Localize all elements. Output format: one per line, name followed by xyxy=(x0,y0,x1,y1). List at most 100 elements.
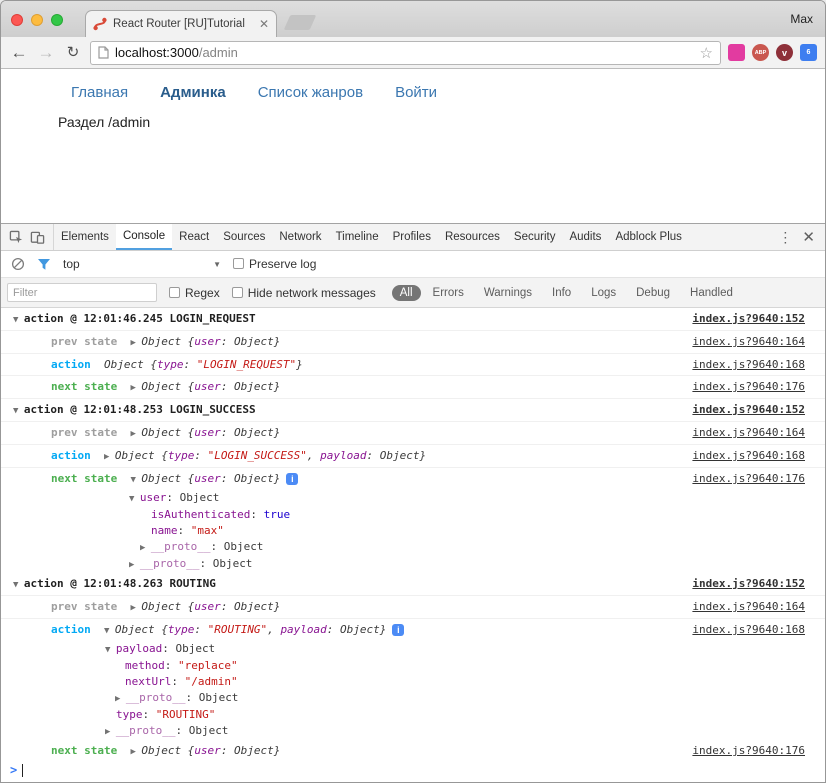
disclosure-arrow-icon[interactable]: ▼ xyxy=(104,626,115,636)
bookmark-star-icon[interactable]: ☆ xyxy=(700,44,713,62)
console-message[interactable]: action ▶ Object {type: "LOGIN_SUCCESS", … xyxy=(1,445,825,468)
disclosure-arrow-icon[interactable]: ▶ xyxy=(130,603,141,613)
console-level-button-warnings[interactable]: Warnings xyxy=(476,285,540,301)
console-tree-row[interactable]: isAuthenticated: true xyxy=(1,507,825,523)
console-tree-row[interactable]: ▶ __proto__: Object xyxy=(1,556,825,573)
console-tree-row[interactable]: ▼ payload: Object xyxy=(1,641,825,658)
source-link[interactable]: index.js?9640:152 xyxy=(692,576,805,592)
devtools-tab-audits[interactable]: Audits xyxy=(562,224,608,250)
console-level-button-logs[interactable]: Logs xyxy=(583,285,624,301)
disclosure-arrow-icon[interactable]: ▶ xyxy=(104,452,115,462)
console-message[interactable]: ▼ action @ 12:01:48.263 ROUTING index.js?… xyxy=(1,573,825,596)
new-tab-button[interactable] xyxy=(283,15,317,30)
filter-input[interactable] xyxy=(7,283,157,302)
console-level-button-handled[interactable]: Handled xyxy=(682,285,741,301)
console-level-button-info[interactable]: Info xyxy=(544,285,579,301)
devtools-tab-console[interactable]: Console xyxy=(115,224,173,250)
nav-link[interactable]: Главная xyxy=(71,84,128,101)
disclosure-arrow-icon[interactable]: ▼ xyxy=(13,406,24,416)
console-level-button-all[interactable]: All xyxy=(391,284,421,301)
inspect-element-icon[interactable] xyxy=(9,230,24,245)
devtools-tab-profiles[interactable]: Profiles xyxy=(386,224,438,250)
hide-network-checkbox[interactable] xyxy=(231,286,243,298)
console-tree-row[interactable]: ▶ __proto__: Object xyxy=(1,539,825,556)
regex-checkbox[interactable] xyxy=(169,286,180,298)
console-message[interactable]: next state ▼ Object {user: Object} i index… xyxy=(1,468,825,490)
devtools-close-icon[interactable]: ✕ xyxy=(802,228,815,246)
source-link[interactable]: index.js?9640:176 xyxy=(692,379,805,395)
source-link[interactable]: index.js?9640:176 xyxy=(692,743,805,758)
source-link[interactable]: index.js?9640:164 xyxy=(692,334,805,350)
devtools-tab-network[interactable]: Network xyxy=(272,224,328,250)
context-selector[interactable]: top ▼ xyxy=(63,257,221,271)
disclosure-arrow-icon[interactable]: ▶ xyxy=(105,727,116,737)
console-message[interactable]: next state ▶ Object {user: Object} index.… xyxy=(1,740,825,758)
zoom-window-button[interactable] xyxy=(51,14,63,26)
devtools-tab-security[interactable]: Security xyxy=(507,224,563,250)
nav-link[interactable]: Админка xyxy=(160,84,226,101)
disclosure-arrow-icon[interactable]: ▼ xyxy=(105,645,116,655)
devtools-tab-elements[interactable]: Elements xyxy=(54,224,116,250)
disclosure-arrow-icon[interactable]: ▶ xyxy=(140,543,151,553)
tab-close-icon[interactable]: ✕ xyxy=(259,17,269,31)
disclosure-arrow-icon[interactable]: ▶ xyxy=(115,694,126,704)
devtools-tab-sources[interactable]: Sources xyxy=(216,224,272,250)
source-link[interactable]: index.js?9640:176 xyxy=(692,471,805,487)
devtools-tab-resources[interactable]: Resources xyxy=(438,224,507,250)
adblock-plus-icon[interactable]: ABP xyxy=(752,44,769,61)
disclosure-arrow-icon[interactable]: ▼ xyxy=(130,475,141,485)
close-window-button[interactable] xyxy=(11,14,23,26)
url-bar[interactable]: localhost:3000/admin ☆ xyxy=(90,40,721,65)
clear-console-button[interactable] xyxy=(11,257,25,271)
minimize-window-button[interactable] xyxy=(31,14,43,26)
filter-funnel-icon[interactable] xyxy=(37,258,51,271)
back-button[interactable]: ← xyxy=(9,44,29,61)
devtools-tab-timeline[interactable]: Timeline xyxy=(329,224,386,250)
extension-icon-blue[interactable]: 6 xyxy=(800,44,817,61)
source-link[interactable]: index.js?9640:164 xyxy=(692,425,805,441)
disclosure-arrow-icon[interactable]: ▶ xyxy=(129,560,140,570)
source-link[interactable]: index.js?9640:152 xyxy=(692,311,805,327)
extension-icon-pink[interactable] xyxy=(728,44,745,61)
source-link[interactable]: index.js?9640:168 xyxy=(692,448,805,464)
forward-button[interactable]: → xyxy=(36,44,56,61)
devtools-tab-adblock-plus[interactable]: Adblock Plus xyxy=(608,224,688,250)
console-tree-row[interactable]: method: "replace" xyxy=(1,658,825,674)
console-message[interactable]: prev state ▶ Object {user: Object} index.… xyxy=(1,422,825,445)
console-message[interactable]: ▼ action @ 12:01:48.253 LOGIN_SUCCESS ind… xyxy=(1,399,825,422)
source-link[interactable]: index.js?9640:164 xyxy=(692,599,805,615)
disclosure-arrow-icon[interactable]: ▶ xyxy=(130,338,141,348)
nav-link[interactable]: Войти xyxy=(395,84,437,101)
source-link[interactable]: index.js?9640:168 xyxy=(692,622,805,638)
console-tree-row[interactable]: nextUrl: "/admin" xyxy=(1,674,825,690)
disclosure-arrow-icon[interactable]: ▶ xyxy=(130,747,141,757)
console-tree-row[interactable]: ▶ __proto__: Object xyxy=(1,690,825,707)
disclosure-arrow-icon[interactable]: ▼ xyxy=(13,580,24,590)
console-message[interactable]: action ▼ Object {type: "ROUTING", payloa… xyxy=(1,619,825,641)
nav-link[interactable]: Список жанров xyxy=(258,84,363,101)
console-message[interactable]: action Object {type: "LOGIN_REQUEST"} ind… xyxy=(1,354,825,376)
preserve-log-checkbox[interactable] xyxy=(233,258,244,269)
console-message[interactable]: ▼ action @ 12:01:46.245 LOGIN_REQUEST ind… xyxy=(1,308,825,331)
pocket-icon[interactable]: v xyxy=(776,44,793,61)
console-tree-row[interactable]: name: "max" xyxy=(1,523,825,539)
console-message[interactable]: next state ▶ Object {user: Object} index.… xyxy=(1,376,825,399)
devtools-tab-react[interactable]: React xyxy=(172,224,216,250)
source-link[interactable]: index.js?9640:168 xyxy=(692,357,805,373)
devtools-menu-icon[interactable]: ⋮ xyxy=(778,229,792,246)
console-tree-row[interactable]: type: "ROUTING" xyxy=(1,707,825,723)
console-tree-row[interactable]: ▶ __proto__: Object xyxy=(1,723,825,740)
device-toolbar-icon[interactable] xyxy=(30,230,45,245)
console-level-button-debug[interactable]: Debug xyxy=(628,285,678,301)
disclosure-arrow-icon[interactable]: ▶ xyxy=(130,429,141,439)
console-level-button-errors[interactable]: Errors xyxy=(425,285,472,301)
disclosure-arrow-icon[interactable]: ▼ xyxy=(13,315,24,325)
state-info-icon[interactable]: i xyxy=(286,473,299,485)
console-message[interactable]: prev state ▶ Object {user: Object} index.… xyxy=(1,331,825,354)
disclosure-arrow-icon[interactable]: ▶ xyxy=(130,383,141,393)
console-message[interactable]: prev state ▶ Object {user: Object} index.… xyxy=(1,596,825,619)
state-info-icon[interactable]: i xyxy=(392,624,405,636)
console-tree-row[interactable]: ▼ user: Object xyxy=(1,490,825,507)
browser-tab[interactable]: React Router [RU]Tutorial ✕ xyxy=(85,10,277,37)
disclosure-arrow-icon[interactable]: ▼ xyxy=(129,494,140,504)
